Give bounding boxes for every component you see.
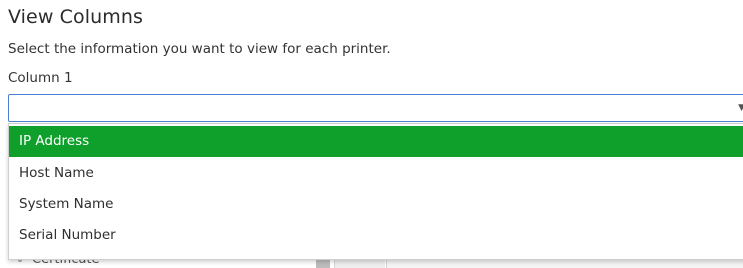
view-columns-panel: View Columns Select the information you … [0,0,743,268]
option-ip-address[interactable]: IP Address [9,126,743,157]
column-1-dropdown-list: IP Address Host Name System Name Serial … [8,123,743,260]
option-system-name[interactable]: System Name [9,189,743,220]
option-serial-number[interactable]: Serial Number [9,220,743,251]
option-host-name[interactable]: Host Name [9,158,743,189]
chevron-down-icon[interactable]: ▼ [738,103,743,113]
column-1-label: Column 1 [8,70,73,86]
column-1-select[interactable]: ▼ [8,94,743,122]
page-title: View Columns [8,6,143,28]
description-text: Select the information you want to view … [8,41,391,57]
